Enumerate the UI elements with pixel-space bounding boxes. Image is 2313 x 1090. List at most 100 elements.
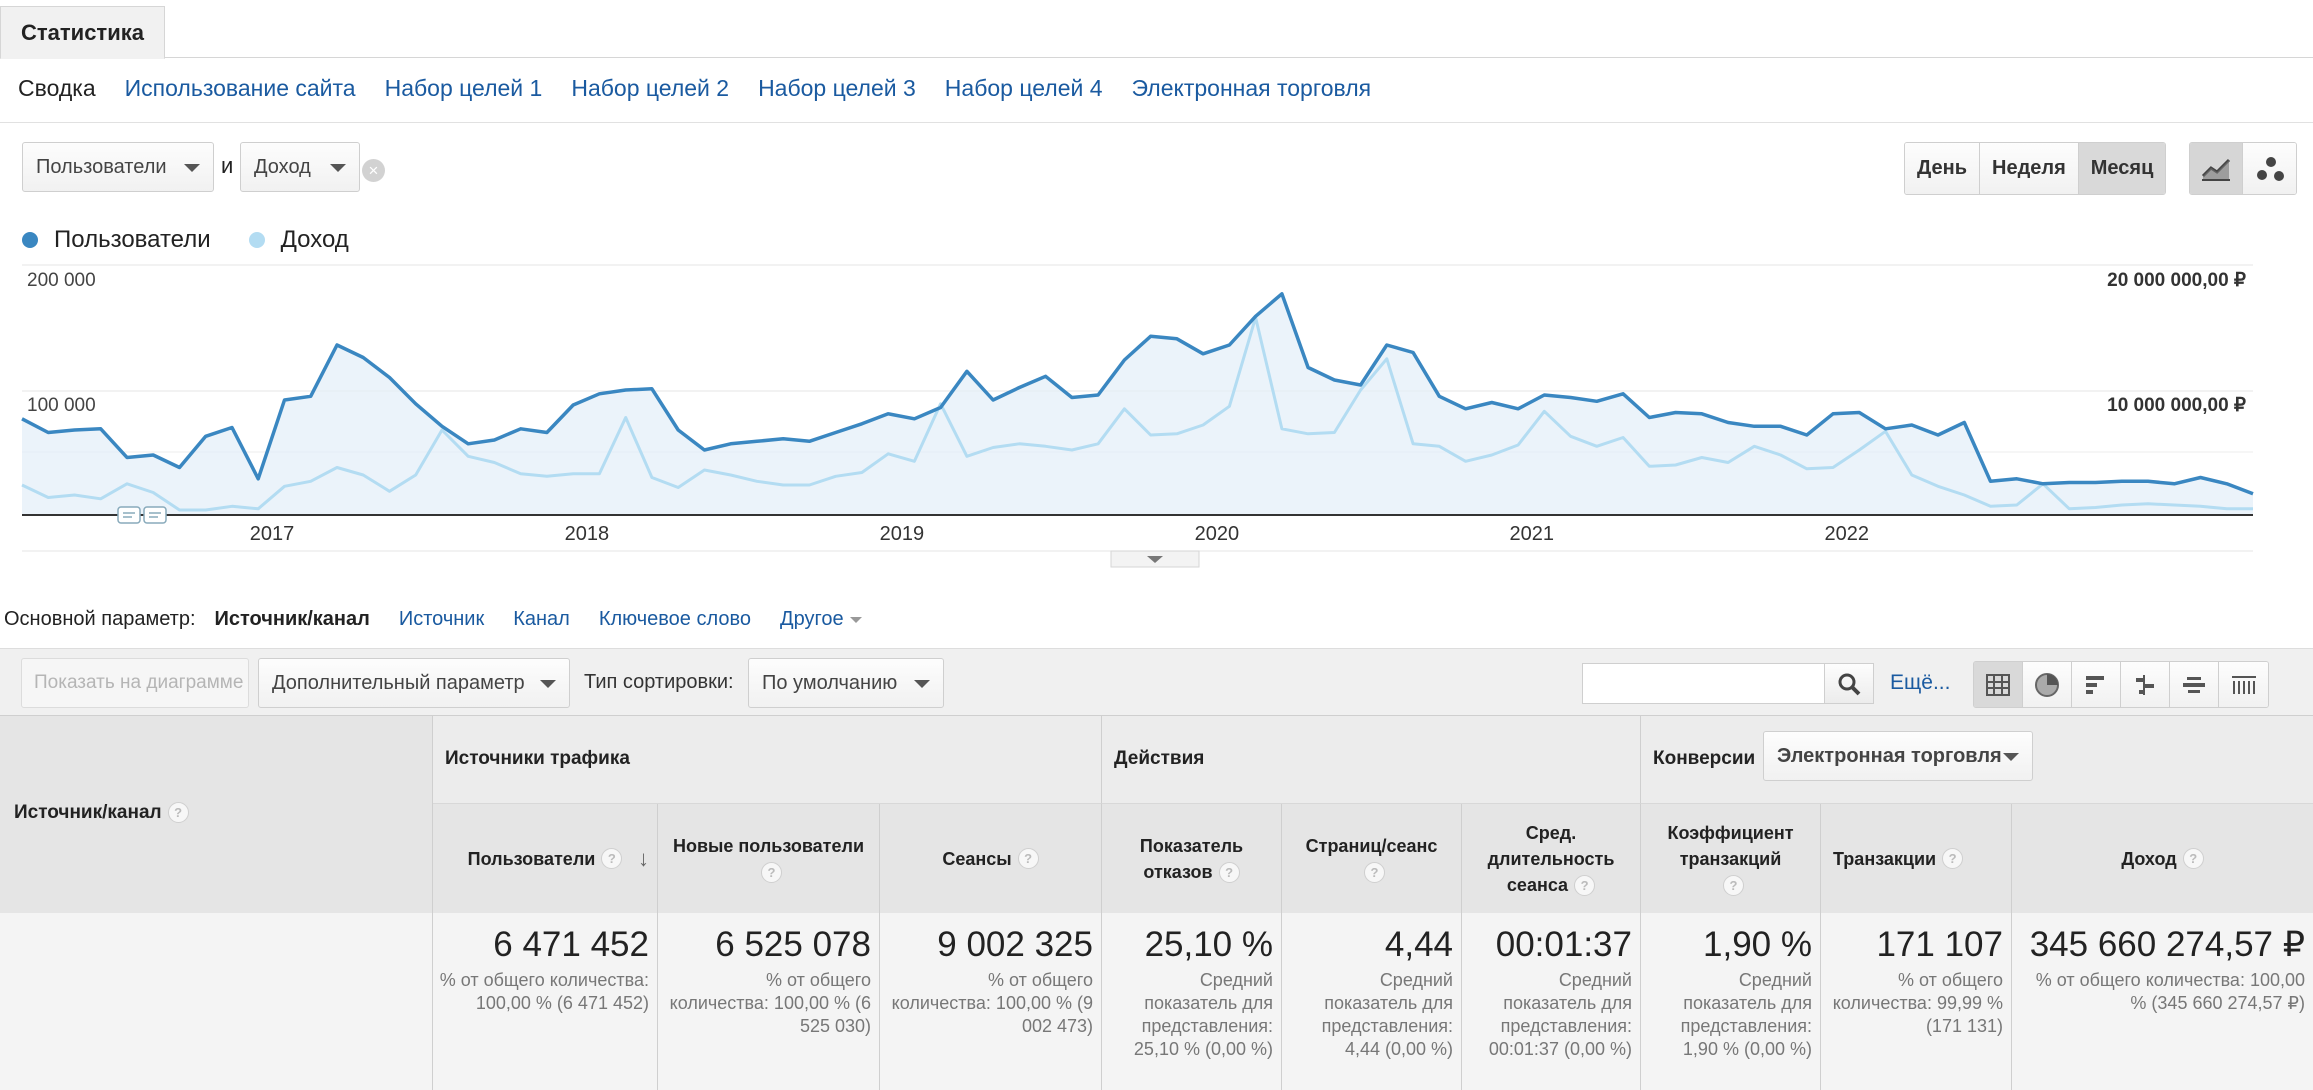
chevron-down-icon [914,680,930,688]
total-subtext: Средний показатель для представления: 25… [1133,970,1273,1059]
y-left-tick: 100 000 [27,395,96,416]
report-subnav: Сводка Использование сайта Набор целей 1… [18,75,1371,102]
annotation-icon[interactable] [117,506,141,524]
help-icon[interactable]: ? [1574,875,1596,897]
and-label: и [221,153,234,178]
subnav-goal-set-2[interactable]: Набор целей 2 [571,75,729,102]
period-week-button[interactable]: Неделя [1980,143,2079,194]
conversions-select[interactable]: Электронная торговля [1763,731,2033,781]
plot-rows-button[interactable]: Показать на диаграмме [21,658,249,708]
data-table-icon[interactable] [1974,662,2023,707]
total-avg-session-duration: 00:01:37 Средний показатель для представ… [1462,913,1641,1090]
chevron-down-icon [2003,753,2019,761]
col-header-label: Страниц/сеанс [1305,835,1438,856]
primary-dimension-label: Основной параметр: [4,608,196,630]
table-view-toggle [1973,661,2269,708]
help-icon[interactable]: ? [1942,848,1964,869]
y-right-tick: 10 000 000,00 ₽ [2107,395,2246,416]
sort-type-value: По умолчанию [762,672,898,694]
annotation-icon[interactable] [143,506,167,524]
total-subtext: % от общего количества: 100,00 % (6 471 … [439,970,649,1013]
legend-item-users[interactable]: Пользователи [22,226,211,254]
chart-collapse-handle[interactable] [1110,550,1200,568]
col-header-avg-session-duration[interactable]: Сред. длительность сеанса? [1462,804,1641,913]
table-toolbar: Показать на диаграмме Дополнительный пар… [0,648,2313,716]
help-icon[interactable]: ? [1364,862,1385,884]
metric1-select[interactable]: Пользователи [22,142,214,192]
subnav-goal-set-4[interactable]: Набор целей 4 [945,75,1103,102]
col-header-bounce-rate[interactable]: Показатель отказов? [1102,804,1282,913]
chart-legend: Пользователи Доход [22,226,387,254]
search-button[interactable] [1825,663,1874,704]
col-header-users[interactable]: Пользователи? ↓ [433,804,658,913]
total-users: 6 471 452 % от общего количества: 100,00… [433,913,658,1090]
pie-chart-icon[interactable] [2023,662,2072,707]
metric2-select[interactable]: Доход [240,142,360,192]
sort-type-select[interactable]: По умолчанию [748,658,944,708]
help-icon[interactable]: ? [1723,875,1744,897]
total-value: 345 660 274,57 ₽ [2029,925,2305,964]
motion-chart-icon[interactable] [2243,143,2296,194]
total-value: 9 002 325 [937,925,1093,964]
term-cloud-icon[interactable] [2170,662,2219,707]
dimension-source[interactable]: Источник [399,608,484,631]
performance-bars-icon[interactable] [2072,662,2121,707]
legend-dot-icon [248,232,265,248]
table-search-input[interactable] [1582,663,1825,704]
tab-statistics[interactable]: Статистика [0,6,165,59]
total-value: 6 471 452 [493,925,649,964]
col-header-pages-per-session[interactable]: Страниц/сеанс? [1282,804,1462,913]
sort-desc-icon: ↓ [638,846,649,871]
chevron-down-icon [540,680,556,688]
help-icon[interactable]: ? [761,862,782,884]
group-conversions: Конверсии Электронная торговля [1641,716,2313,804]
subnav-goal-set-1[interactable]: Набор целей 1 [385,75,543,102]
total-value: 171 107 [1876,925,2003,964]
help-icon[interactable]: ? [1017,848,1039,869]
conversions-select-value: Электронная торговля [1777,745,2002,767]
col-header-label: Доход [2121,848,2177,869]
col-header-sessions[interactable]: Сеансы? [880,804,1102,913]
dimension-medium[interactable]: Канал [513,608,570,631]
period-month-button[interactable]: Месяц [2078,143,2166,194]
chevron-down-icon [184,164,200,172]
y-right-tick: 20 000 000,00 ₽ [2107,270,2246,291]
group-acquisition-label: Источники трафика [445,748,630,769]
group-behavior-label: Действия [1114,748,1205,769]
col-header-transactions[interactable]: Транзакции? [1821,804,2012,913]
total-new-users: 6 525 078 % от общего количества: 100,00… [658,913,880,1090]
total-value: 25,10 % [1144,925,1273,964]
group-conversions-label: Конверсии [1653,748,1756,769]
subnav-site-usage[interactable]: Использование сайта [125,75,356,102]
x-tick-label: 2019 [880,523,925,545]
top-bar: Статистика [0,0,2313,59]
secondary-dimension-select[interactable]: Дополнительный параметр [258,658,570,708]
total-transactions: 171 107 % от общего количества: 99,99 % … [1821,913,2012,1090]
pivot-table-icon[interactable] [2219,662,2268,707]
subnav-summary[interactable]: Сводка [18,75,96,102]
total-subtext: % от общего количества: 100,00 % (9 002 … [891,970,1093,1036]
total-subtext: % от общего количества: 99,99 % (171 131… [1832,970,2003,1036]
period-day-button[interactable]: День [1905,143,1980,194]
help-icon[interactable]: ? [167,802,189,824]
x-tick-label: 2020 [1195,523,1240,545]
col-header-revenue[interactable]: Доход? [2012,804,2313,913]
clear-metric-icon[interactable]: × [362,159,385,182]
legend-item-revenue[interactable]: Доход [248,226,349,254]
dimension-other[interactable]: Другое [780,608,862,631]
help-icon[interactable]: ? [601,848,623,869]
metric2-value: Доход [254,156,311,178]
help-icon[interactable]: ? [2182,848,2204,869]
col-header-label: Коэффициент транзакций [1667,822,1794,869]
subnav-goal-set-3[interactable]: Набор целей 3 [758,75,916,102]
help-icon[interactable]: ? [1218,862,1240,884]
line-chart-icon[interactable] [2190,143,2243,194]
dimension-keyword[interactable]: Ключевое слово [599,608,751,631]
advanced-filter-link[interactable]: Ещё... [1890,671,1950,695]
comparison-icon[interactable] [2121,662,2170,707]
period-toggle: День Неделя Месяц [1904,142,2167,195]
subnav-ecommerce[interactable]: Электронная торговля [1132,75,1372,102]
col-header-new-users[interactable]: Новые пользователи? [658,804,880,913]
search-icon [1838,673,1861,695]
col-header-transaction-rate[interactable]: Коэффициент транзакций? [1641,804,1821,913]
